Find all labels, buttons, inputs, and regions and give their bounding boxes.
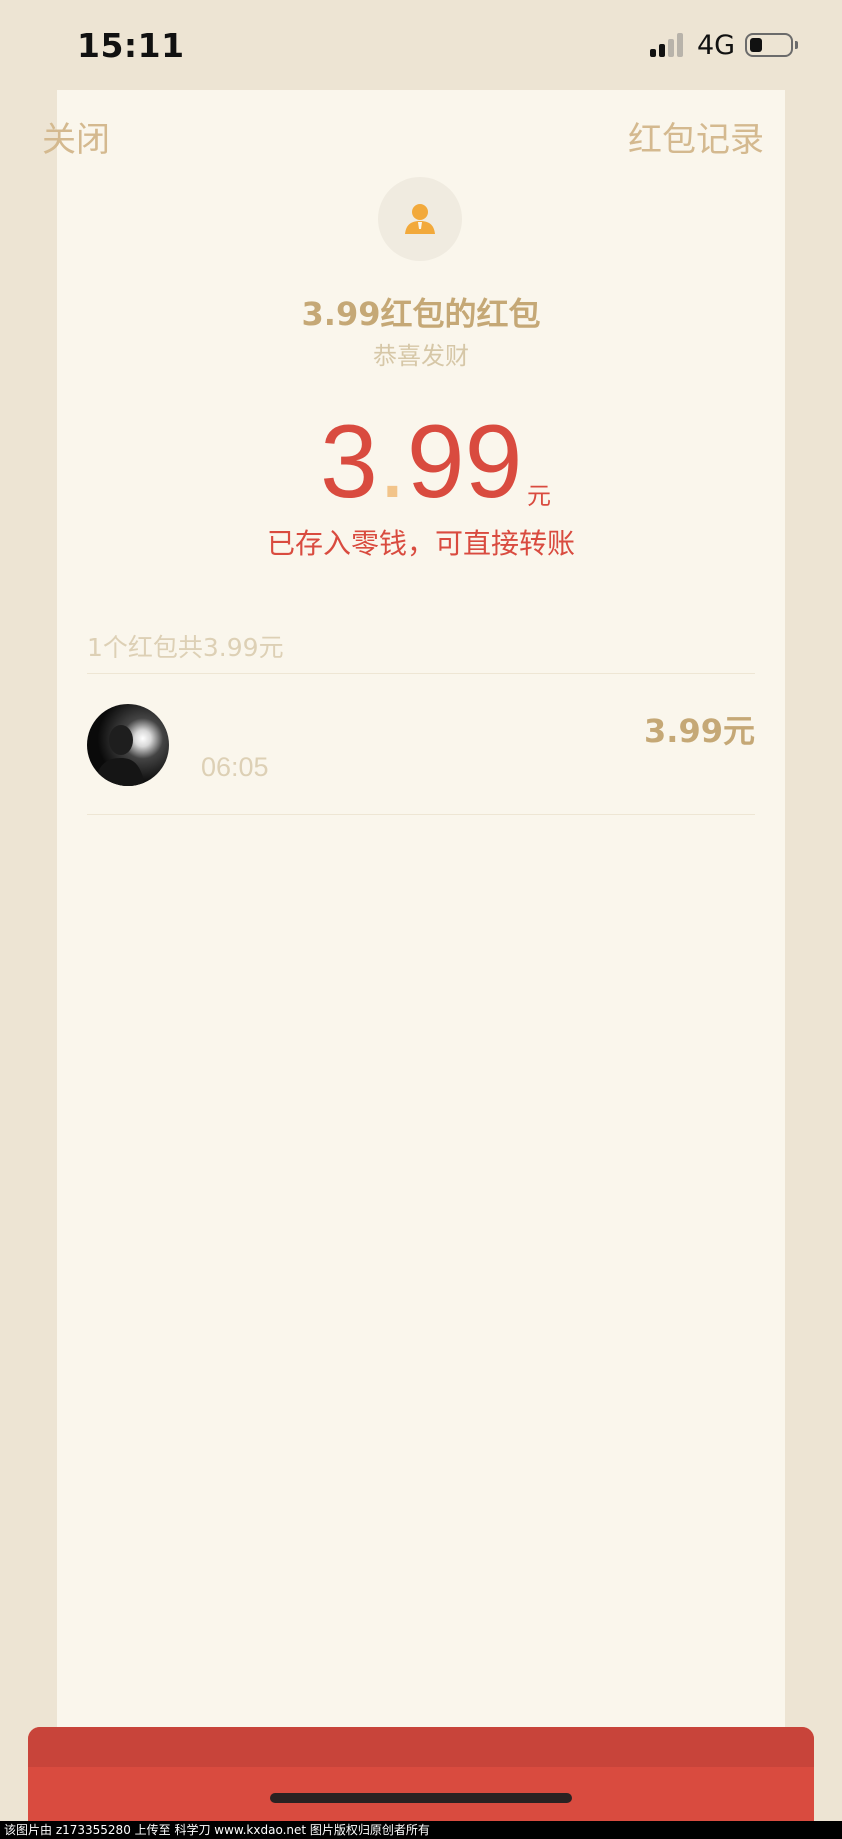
amount-decimal: 99 [406,404,523,520]
red-packet-records-button[interactable]: 红包记录 [628,112,764,161]
network-type: 4G [697,30,736,61]
received-amount: 3.99 [320,410,522,514]
receive-time: 06:05 [201,752,269,782]
person-icon [405,204,435,234]
amount-unit: 元 [527,482,551,510]
status-time: 15:11 [77,26,185,65]
list-item[interactable]: 3.99元 06:05 [87,674,755,814]
divider [87,814,755,815]
greeting-text: 恭喜发财 [373,342,469,370]
sender-title: 3.99红包的红包 [301,295,541,333]
avatar [87,704,169,786]
sender-avatar [378,177,462,261]
battery-tip [795,41,798,49]
home-indicator[interactable] [270,1793,572,1803]
amount-integer: 3 [320,404,378,520]
signal-icon [650,33,690,57]
packet-summary: 1个红包共3.99元 [87,633,284,662]
saved-to-balance-link[interactable]: 已存入零钱，可直接转账 [0,522,842,562]
battery-icon [745,33,793,57]
amount-dot: . [377,404,407,520]
status-bar: 15:11 4G [0,0,842,90]
receiver-amount: 3.99元 [644,712,755,750]
close-button[interactable]: 关闭 [42,112,110,161]
watermark-text: 该图片由 z173355280 上传至 科学刀 www.kxdao.net 图片… [0,1821,842,1839]
